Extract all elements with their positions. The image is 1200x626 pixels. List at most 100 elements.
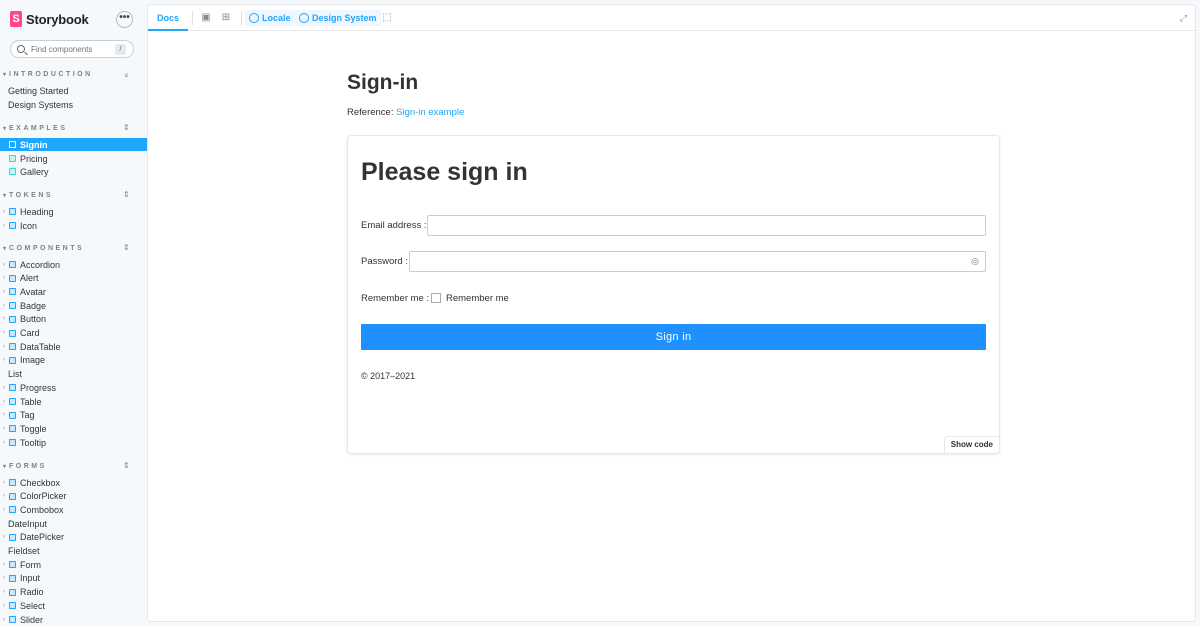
chevron-right-icon: ›: [3, 561, 5, 568]
chevron-right-icon: ›: [3, 493, 5, 500]
expand-collapse-icon[interactable]: ⇕: [123, 123, 130, 132]
expand-collapse-icon[interactable]: ⇕: [123, 243, 130, 252]
component-icon: [9, 343, 16, 351]
menu-button[interactable]: •••: [116, 11, 133, 28]
sidebar-item-toggle[interactable]: › Toggle: [0, 422, 147, 435]
sidebar-item-signin[interactable]: Signin: [0, 138, 147, 151]
chevron-right-icon: ›: [3, 616, 5, 623]
sidebar-item-avatar[interactable]: › Avatar: [0, 285, 147, 298]
sidebar-item-fieldset[interactable]: Fieldset: [0, 545, 147, 558]
doc-content: Sign-in Reference: Sign-in example: [347, 71, 1000, 118]
sidebar-item-getting-started[interactable]: Getting Started: [0, 84, 147, 97]
chevron-right-icon: ›: [3, 343, 5, 350]
sidebar: S Storybook ••• / INTRODUCTION ⌅ Getting…: [0, 0, 147, 626]
globe-icon: [249, 13, 259, 23]
collapse-icon[interactable]: ⌅: [123, 70, 130, 79]
sidebar-item-list[interactable]: List: [0, 368, 147, 381]
divider: [192, 11, 193, 25]
component-icon: [9, 425, 16, 433]
eye-off-icon[interactable]: ◎: [971, 256, 979, 267]
search-input[interactable]: [31, 44, 115, 54]
sidebar-item-label: Slider: [20, 614, 44, 625]
password-field[interactable]: ◎: [409, 251, 986, 272]
outline-icon[interactable]: ⬚: [382, 13, 392, 23]
password-label: Password :: [361, 256, 408, 267]
brand[interactable]: S Storybook: [10, 11, 89, 27]
sidebar-item-alert[interactable]: › Alert: [0, 272, 147, 285]
bookmark-icon: [9, 155, 16, 162]
chevron-right-icon: ›: [3, 412, 5, 419]
chevron-right-icon: ›: [3, 357, 5, 364]
sidebar-item-input[interactable]: › Input: [0, 572, 147, 585]
sidebar-item-heading[interactable]: › Heading: [0, 205, 147, 218]
chevron-right-icon: ›: [3, 261, 5, 268]
section-title-forms[interactable]: FORMS: [3, 463, 47, 470]
search-box[interactable]: /: [10, 40, 134, 58]
section-title-examples[interactable]: EXAMPLES: [3, 125, 68, 132]
chevron-right-icon: ›: [3, 425, 5, 432]
search-icon: [17, 45, 25, 53]
sidebar-item-radio[interactable]: › Radio: [0, 586, 147, 599]
sidebar-item-card[interactable]: › Card: [0, 327, 147, 340]
chevron-right-icon: ›: [3, 275, 5, 282]
remember-checkbox-label[interactable]: Remember me: [446, 293, 509, 304]
sidebar-item-pricing[interactable]: Pricing: [0, 152, 147, 165]
sidebar-item-image[interactable]: › Image: [0, 354, 147, 367]
chevron-right-icon: ›: [3, 330, 5, 336]
fullscreen-icon[interactable]: ⤢: [1180, 13, 1187, 24]
sidebar-item-icon[interactable]: › Icon: [0, 219, 147, 232]
page-title: Sign-in: [347, 71, 419, 94]
sidebar-item-gallery[interactable]: Gallery: [0, 165, 147, 178]
sidebar-item-badge[interactable]: › Badge: [0, 299, 147, 312]
sidebar-item-checkbox[interactable]: › Checkbox: [0, 476, 147, 489]
search-shortcut: /: [115, 43, 126, 55]
component-icon: [9, 411, 16, 419]
sidebar-item-label: Checkbox: [20, 477, 61, 488]
show-code-button[interactable]: Show code: [943, 436, 999, 453]
sidebar-item-datatable[interactable]: › DataTable: [0, 340, 147, 353]
image-icon[interactable]: ▣: [201, 13, 211, 23]
section-title-components[interactable]: COMPONENTS: [3, 245, 84, 252]
sign-in-button[interactable]: Sign in: [361, 324, 986, 350]
sidebar-item-table[interactable]: › Table: [0, 395, 147, 408]
component-icon: [9, 439, 16, 447]
sidebar-item-label: DatePicker: [20, 532, 65, 543]
toolbar: Docs ▣ ⊞ Locale Design System ⬚ ⤢: [148, 5, 1195, 31]
locale-button[interactable]: Locale: [245, 10, 295, 26]
sidebar-item-label: Tooltip: [20, 437, 47, 448]
sidebar-item-datepicker[interactable]: › DatePicker: [0, 531, 147, 544]
section-title-introduction[interactable]: INTRODUCTION: [3, 71, 93, 78]
chevron-right-icon: ›: [3, 589, 5, 596]
chevron-right-icon: ›: [3, 439, 5, 446]
tab-docs[interactable]: Docs: [148, 5, 188, 31]
sidebar-item-form[interactable]: › Form: [0, 558, 147, 571]
sidebar-item-colorpicker[interactable]: › ColorPicker: [0, 490, 147, 503]
remember-checkbox[interactable]: [431, 293, 441, 303]
sidebar-item-label: Card: [20, 328, 40, 338]
sidebar-item-accordion[interactable]: › Accordion: [0, 258, 147, 271]
sidebar-item-select[interactable]: › Select: [0, 599, 147, 612]
sidebar-item-dateinput[interactable]: DateInput: [0, 517, 147, 530]
sidebar-item-combobox[interactable]: › Combobox: [0, 503, 147, 516]
expand-collapse-icon[interactable]: ⇕: [123, 461, 130, 470]
divider: [241, 11, 242, 25]
reference-link[interactable]: Sign-in example: [396, 107, 464, 118]
chevron-right-icon: ›: [3, 479, 5, 486]
section-title-tokens[interactable]: TOKENS: [3, 192, 53, 199]
sidebar-item-button[interactable]: › Button: [0, 313, 147, 326]
sidebar-item-label: Image: [20, 355, 46, 366]
sidebar-item-slider[interactable]: › Slider: [0, 613, 147, 626]
grid-icon[interactable]: ⊞: [221, 13, 231, 23]
sidebar-item-tooltip[interactable]: › Tooltip: [0, 436, 147, 449]
sidebar-item-progress[interactable]: › Progress: [0, 381, 147, 394]
sidebar-item-label: Form: [20, 559, 41, 570]
design-system-button[interactable]: Design System: [295, 10, 381, 26]
chevron-right-icon: ›: [3, 316, 5, 323]
email-field[interactable]: [427, 215, 986, 236]
sidebar-item-tag[interactable]: › Tag: [0, 409, 147, 422]
component-icon: [9, 261, 16, 268]
sidebar-item-design-systems[interactable]: Design Systems: [0, 98, 147, 111]
expand-collapse-icon[interactable]: ⇕: [123, 190, 130, 199]
component-icon: [9, 398, 16, 405]
sidebar-item-label: Badge: [20, 300, 47, 311]
